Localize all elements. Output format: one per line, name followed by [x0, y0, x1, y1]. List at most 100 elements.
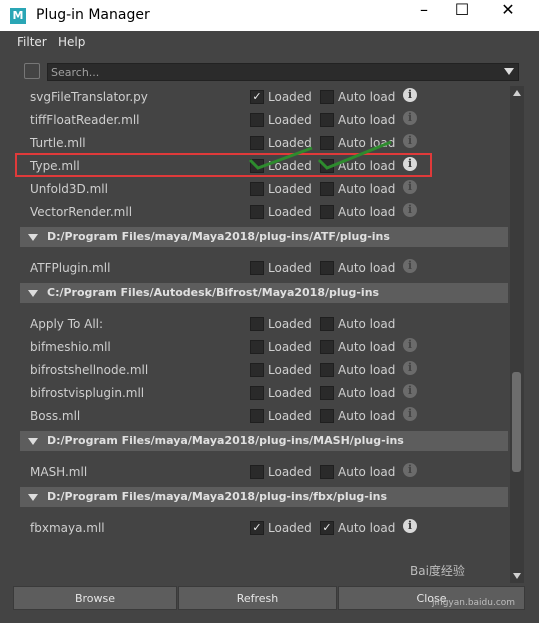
- loaded-checkbox[interactable]: [250, 409, 264, 423]
- close-window-button[interactable]: ✕: [485, 0, 531, 31]
- autoload-checkbox[interactable]: [320, 261, 334, 275]
- plugin-name: Boss.mll: [30, 409, 81, 423]
- directory-section-header[interactable]: D:/Program Files/maya/Maya2018/plug-ins/…: [20, 487, 508, 507]
- info-icon[interactable]: i: [403, 407, 417, 421]
- scroll-down-arrow-icon[interactable]: [513, 573, 521, 579]
- loaded-checkbox[interactable]: [250, 340, 264, 354]
- loaded-checkbox[interactable]: [250, 386, 264, 400]
- autoload-label: Auto load: [338, 521, 396, 535]
- loaded-label: Loaded: [268, 521, 312, 535]
- plugin-name: tiffFloatReader.mll: [30, 113, 140, 127]
- loaded-checkbox[interactable]: [250, 261, 264, 275]
- scroll-up-arrow-icon[interactable]: [513, 90, 521, 96]
- plugin-row: svgFileTranslator.py ✓ Loaded Auto load i: [13, 86, 510, 109]
- scroll-thumb[interactable]: [512, 372, 521, 472]
- plugin-row: Unfold3D.mll Loaded Auto load i: [13, 178, 510, 201]
- filter-icon[interactable]: [24, 63, 40, 79]
- menu-filter[interactable]: Filter: [17, 35, 47, 49]
- plugin-row: bifrostvisplugin.mll Loaded Auto load i: [13, 382, 510, 405]
- plugin-row: bifmeshio.mll Loaded Auto load i: [13, 336, 510, 359]
- collapse-triangle-icon[interactable]: [28, 438, 38, 445]
- collapse-triangle-icon[interactable]: [28, 494, 38, 501]
- autoload-checkbox[interactable]: ✓: [320, 521, 334, 535]
- loaded-label: Loaded: [268, 340, 312, 354]
- autoload-checkbox[interactable]: [320, 363, 334, 377]
- plugin-name: Apply To All:: [30, 317, 104, 331]
- autoload-checkbox[interactable]: [320, 113, 334, 127]
- loaded-annotation-check-icon: [248, 146, 313, 170]
- directory-section-header[interactable]: C:/Program Files/Autodesk/Bifrost/Maya20…: [20, 283, 508, 303]
- search-row: [0, 58, 539, 88]
- collapse-triangle-icon[interactable]: [28, 234, 38, 241]
- maya-app-icon: M: [10, 8, 26, 24]
- plugin-name: bifrostshellnode.mll: [30, 363, 149, 377]
- loaded-checkbox[interactable]: [250, 113, 264, 127]
- refresh-button[interactable]: Refresh: [178, 586, 337, 610]
- info-icon[interactable]: i: [403, 203, 417, 217]
- autoload-checkbox[interactable]: [320, 90, 334, 104]
- loaded-checkbox[interactable]: [250, 363, 264, 377]
- info-icon[interactable]: i: [403, 259, 417, 273]
- loaded-label: Loaded: [268, 205, 312, 219]
- autoload-label: Auto load: [338, 205, 396, 219]
- browse-button[interactable]: Browse: [13, 586, 177, 610]
- info-icon[interactable]: i: [403, 361, 417, 375]
- autoload-label: Auto load: [338, 90, 396, 104]
- info-icon[interactable]: i: [403, 338, 417, 352]
- plugin-name: Unfold3D.mll: [30, 182, 108, 196]
- autoload-label: Auto load: [338, 465, 396, 479]
- directory-section-header[interactable]: D:/Program Files/maya/Maya2018/plug-ins/…: [20, 227, 508, 247]
- loaded-label: Loaded: [268, 317, 312, 331]
- autoload-checkbox[interactable]: [320, 465, 334, 479]
- menu-help[interactable]: Help: [58, 35, 85, 49]
- autoload-label: Auto load: [338, 113, 396, 127]
- autoload-label: Auto load: [338, 340, 396, 354]
- info-icon[interactable]: i: [403, 519, 417, 533]
- plugin-row: fbxmaya.mll ✓ Loaded ✓ Auto load i: [13, 517, 510, 540]
- search-box[interactable]: [47, 63, 519, 81]
- vertical-scrollbar[interactable]: [510, 86, 524, 583]
- plugin-name: MASH.mll: [30, 465, 88, 479]
- plugin-row: ATFPlugin.mll Loaded Auto load i: [13, 257, 510, 280]
- info-icon[interactable]: i: [403, 88, 417, 102]
- search-input[interactable]: [51, 65, 491, 79]
- info-icon[interactable]: i: [403, 463, 417, 477]
- info-icon[interactable]: i: [403, 384, 417, 398]
- directory-section-header[interactable]: D:/Program Files/maya/Maya2018/plug-ins/…: [20, 431, 508, 451]
- plugin-name: svgFileTranslator.py: [30, 90, 148, 104]
- loaded-label: Loaded: [268, 90, 312, 104]
- autoload-checkbox[interactable]: [320, 182, 334, 196]
- title-bar: M Plug-in Manager – ☐ ✕: [0, 0, 539, 31]
- plugin-name: Turtle.mll: [30, 136, 86, 150]
- autoload-label: Auto load: [338, 363, 396, 377]
- plugin-row: bifrostshellnode.mll Loaded Auto load i: [13, 359, 510, 382]
- maximize-button[interactable]: ☐: [439, 0, 485, 31]
- loaded-checkbox[interactable]: [250, 465, 264, 479]
- info-icon[interactable]: i: [403, 111, 417, 125]
- autoload-checkbox[interactable]: [320, 317, 334, 331]
- loaded-label: Loaded: [268, 363, 312, 377]
- window-title: Plug-in Manager: [36, 7, 150, 23]
- info-icon[interactable]: i: [403, 180, 417, 194]
- loaded-checkbox[interactable]: ✓: [250, 90, 264, 104]
- plugin-row: tiffFloatReader.mll Loaded Auto load i: [13, 109, 510, 132]
- plugin-name: fbxmaya.mll: [30, 521, 105, 535]
- loaded-label: Loaded: [268, 113, 312, 127]
- collapse-triangle-icon[interactable]: [28, 290, 38, 297]
- search-dropdown-icon[interactable]: [504, 68, 514, 75]
- info-icon[interactable]: i: [403, 134, 417, 148]
- plugin-name: ATFPlugin.mll: [30, 261, 111, 275]
- autoload-checkbox[interactable]: [320, 409, 334, 423]
- menu-bar: Filter Help: [0, 31, 539, 53]
- plugin-name: bifmeshio.mll: [30, 340, 111, 354]
- autoload-checkbox[interactable]: [320, 340, 334, 354]
- loaded-checkbox[interactable]: [250, 182, 264, 196]
- loaded-checkbox[interactable]: [250, 205, 264, 219]
- plugin-name: bifrostvisplugin.mll: [30, 386, 145, 400]
- autoload-checkbox[interactable]: [320, 386, 334, 400]
- loaded-checkbox[interactable]: [250, 317, 264, 331]
- loaded-checkbox[interactable]: ✓: [250, 521, 264, 535]
- loaded-label: Loaded: [268, 182, 312, 196]
- loaded-label: Loaded: [268, 465, 312, 479]
- autoload-checkbox[interactable]: [320, 205, 334, 219]
